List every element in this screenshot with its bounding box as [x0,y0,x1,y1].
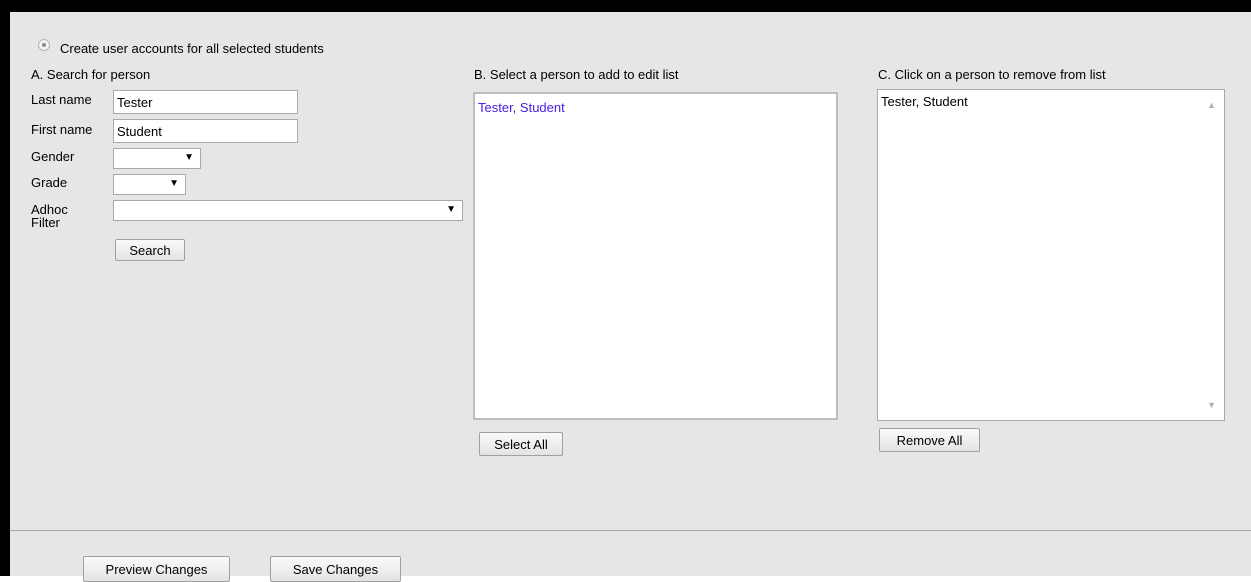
adhoc-filter-select[interactable]: ▼ [113,200,463,221]
first-name-label: First name [31,122,93,137]
footer-divider [10,530,1251,531]
chevron-down-icon: ▼ [184,152,194,163]
chevron-down-icon: ▼ [169,178,179,189]
create-accounts-radio[interactable] [38,39,50,51]
last-name-label: Last name [31,92,92,107]
search-results-list[interactable]: Tester, Student [473,92,838,420]
gender-select[interactable]: ▼ [113,148,201,169]
gender-label: Gender [31,149,75,164]
remove-all-button[interactable]: Remove All [879,428,980,452]
create-accounts-label: Create user accounts for all selected st… [60,41,324,56]
edit-list[interactable]: Tester, Student ▲ ▼ [877,89,1225,421]
app-frame: Create user accounts for all selected st… [0,0,1251,582]
scroll-up-icon[interactable]: ▲ [1207,100,1216,110]
save-changes-button[interactable]: Save Changes [270,556,401,582]
last-name-input[interactable] [113,90,298,114]
chevron-down-icon: ▼ [446,204,456,215]
scroll-down-icon[interactable]: ▼ [1207,400,1216,410]
select-all-button[interactable]: Select All [479,432,563,456]
first-name-input[interactable] [113,119,298,143]
list-item[interactable]: Tester, Student [478,100,565,115]
section-c-title: C. Click on a person to remove from list [878,67,1106,82]
section-a-title: A. Search for person [31,67,151,82]
preview-changes-button[interactable]: Preview Changes [83,556,230,582]
grade-label: Grade [31,175,68,190]
grade-select[interactable]: ▼ [113,174,186,195]
adhoc-label-line2: Filter [31,215,60,230]
section-b-title: B. Select a person to add to edit list [474,67,679,82]
list-item[interactable]: Tester, Student [881,94,968,109]
search-button[interactable]: Search [115,239,185,261]
